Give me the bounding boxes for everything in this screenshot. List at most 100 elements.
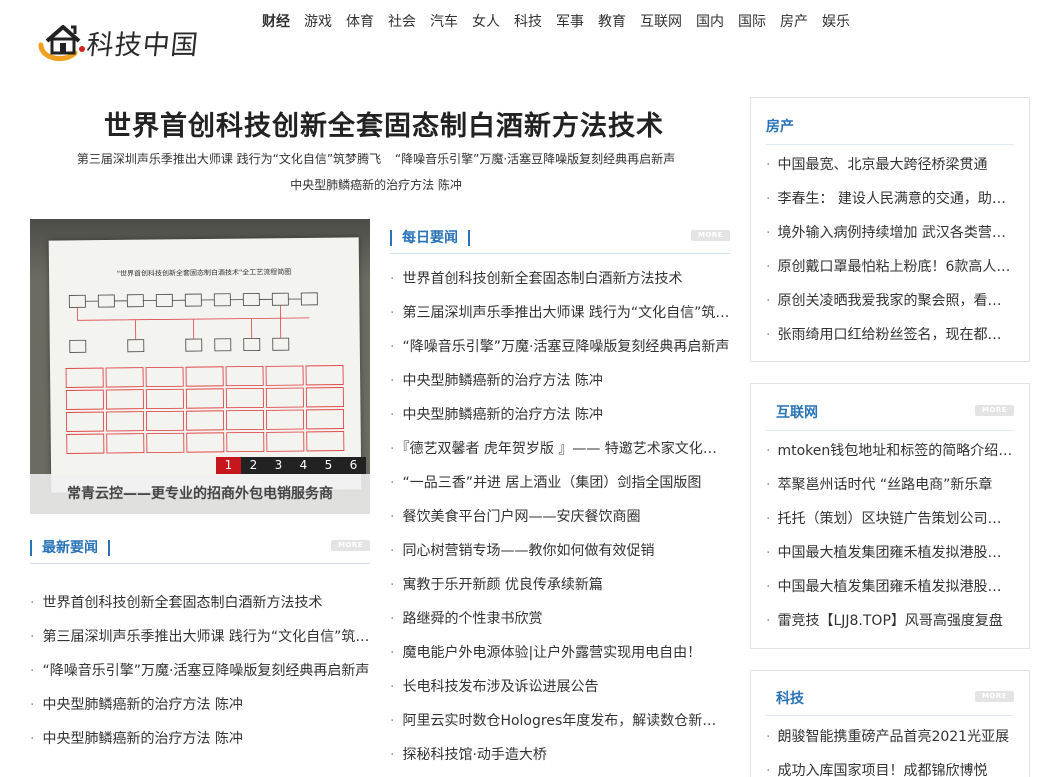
slide-page-3[interactable]: 3 bbox=[266, 457, 291, 474]
nav-item[interactable]: 女人 bbox=[472, 10, 500, 34]
slide-page-1[interactable]: 1 bbox=[216, 457, 241, 474]
list-item[interactable]: · 第三届深圳声乐季推出大师课 践行为“文化自信”筑梦腾飞 bbox=[390, 296, 730, 330]
list-item[interactable]: · 中央型肺鳞癌新的治疗方法 陈冲 bbox=[390, 398, 730, 432]
table-cell bbox=[265, 387, 304, 408]
list-item[interactable]: · 同心树营销专场——教你如何做有效促销 bbox=[390, 534, 730, 568]
list-item[interactable]: · 寓教于乐开新颜 优良传承续新篇 bbox=[390, 568, 730, 602]
list-item[interactable]: · 长电科技发布涉及诉讼进展公告 bbox=[390, 670, 730, 704]
slide-page-6[interactable]: 6 bbox=[341, 457, 366, 474]
nav-item[interactable]: 房产 bbox=[780, 10, 808, 34]
nav-item[interactable]: 国际 bbox=[738, 10, 766, 34]
list-item[interactable]: · 阿里云实时数仓Hologres年度发布，解读数仓新趋势 bbox=[390, 704, 730, 738]
latest-more-button[interactable]: MORE bbox=[331, 540, 370, 551]
slide-page-4[interactable]: 4 bbox=[291, 457, 316, 474]
list-item-text: 托托（策划）区块链广告策划公司简介 bbox=[777, 511, 1014, 527]
nav-item[interactable]: 娱乐 bbox=[822, 10, 850, 34]
keji-title[interactable]: 科技 bbox=[776, 688, 804, 708]
table-cell bbox=[65, 389, 104, 410]
list-item-text: 李春生： 建设人民满意的交通，助力经济发展 bbox=[777, 191, 1014, 207]
list-item[interactable]: · 餐饮美食平台门户网——安庆餐饮商圈 bbox=[390, 500, 730, 534]
table-cell bbox=[225, 365, 264, 387]
hulianwang-title[interactable]: 互联网 bbox=[776, 402, 818, 422]
list-item[interactable]: · 张雨绮用口红给粉丝签名，现在都这么玩 bbox=[766, 318, 1014, 352]
flow-box bbox=[214, 338, 232, 352]
table-cell bbox=[266, 409, 305, 430]
daily-more-button[interactable]: MORE bbox=[691, 230, 730, 241]
table-cell bbox=[66, 433, 105, 454]
list-item[interactable]: · 托托（策划）区块链广告策划公司简介 bbox=[766, 502, 1014, 536]
list-item[interactable]: · 路继舜的个性隶书欣赏 bbox=[390, 602, 730, 636]
slide-page-5[interactable]: 5 bbox=[316, 457, 341, 474]
table-cell bbox=[106, 411, 145, 432]
list-item[interactable]: · 境外输入病例持续增加 武汉各类营业场所 bbox=[766, 216, 1014, 250]
nav-item[interactable]: 财经 bbox=[262, 10, 290, 34]
list-item[interactable]: · 雷竞技【LJJ8.TOP】风哥高强度复盘 bbox=[766, 604, 1014, 638]
nav-item[interactable]: 科技 bbox=[514, 10, 542, 34]
bullet-icon: · bbox=[390, 747, 395, 763]
list-item[interactable]: · 李春生： 建设人民满意的交通，助力经济发展 bbox=[766, 182, 1014, 216]
list-item[interactable]: · 中国最宽、北京最大跨径桥梁贯通 bbox=[766, 148, 1014, 182]
table-cell bbox=[265, 365, 304, 386]
list-item[interactable]: · 中国最大植发集团雍禾植发拟港股上市 bbox=[766, 570, 1014, 604]
nav-item[interactable]: 汽车 bbox=[430, 10, 458, 34]
nav-item[interactable]: 体育 bbox=[346, 10, 374, 34]
list-item[interactable]: · 中国最大植发集团雍禾植发拟港股上市 bbox=[766, 536, 1014, 570]
nav-item[interactable]: 国内 bbox=[696, 10, 724, 34]
bullet-icon: · bbox=[390, 577, 395, 593]
sub-link-1[interactable]: 第三届深圳声乐季推出大师课 践行为“文化自信”筑梦腾飞 bbox=[77, 152, 381, 166]
nav-item[interactable]: 互联网 bbox=[640, 10, 682, 34]
keji-more-button[interactable]: MORE bbox=[975, 691, 1014, 702]
slide-page-2[interactable]: 2 bbox=[241, 457, 266, 474]
table-cell bbox=[226, 409, 265, 431]
featured-slideshow[interactable]: "世界首创科技创新全套固态制白酒技术"全工艺流程简图 常青云控——更专业的招商外… bbox=[30, 219, 370, 514]
divider bbox=[30, 563, 370, 564]
list-item[interactable]: · 『德艺双馨者 虎年贺岁版 』—— 特邀艺术家文化交流 bbox=[390, 432, 730, 466]
list-item[interactable]: · mtoken钱包地址和标签的简略介绍 mtoken bbox=[766, 434, 1014, 468]
list-item[interactable]: · 魔电能户外电源体验|让户外露营实现用电自由！ bbox=[390, 636, 730, 670]
headline-title[interactable]: 世界首创科技创新全套固态制白酒新方法技术 bbox=[30, 104, 738, 143]
list-item[interactable]: · 世界首创科技创新全套固态制白酒新方法技术 bbox=[390, 262, 730, 296]
flow-box bbox=[127, 339, 145, 353]
table-cell bbox=[225, 387, 264, 409]
flow-box bbox=[242, 293, 260, 306]
list-item[interactable]: · 原创关凌晒我爱我家的聚会照，看到这些 bbox=[766, 284, 1014, 318]
list-item[interactable]: · 中央型肺鳞癌新的治疗方法 陈冲 bbox=[30, 722, 370, 756]
bullet-icon: · bbox=[766, 327, 771, 343]
list-item[interactable]: · 中央型肺鳞癌新的治疗方法 陈冲 bbox=[390, 364, 730, 398]
sub-link-3[interactable]: 中央型肺鳞癌新的治疗方法 陈冲 bbox=[30, 176, 722, 193]
list-item-text: 中央型肺鳞癌新的治疗方法 陈冲 bbox=[42, 731, 243, 747]
nav-item[interactable]: 军事 bbox=[556, 10, 584, 34]
list-item-text: 中国最宽、北京最大跨径桥梁贯通 bbox=[777, 157, 988, 173]
list-item[interactable]: · 萃聚邕州话时代 “丝路电商”新乐章 bbox=[766, 468, 1014, 502]
nav-item[interactable]: 教育 bbox=[598, 10, 626, 34]
bullet-icon: · bbox=[390, 543, 395, 559]
sub-link-2[interactable]: “降噪音乐引擎”万魔·活塞豆降噪版复刻经典再启新声 bbox=[395, 152, 675, 166]
site-logo[interactable]: 科技中国 bbox=[35, 18, 230, 66]
list-item[interactable]: · 成功入库国家项目！成都锦欣博悦 bbox=[766, 754, 1014, 777]
bullet-icon: · bbox=[766, 579, 771, 595]
list-item[interactable]: · 第三届深圳声乐季推出大师课 践行为“文化自信”筑梦腾飞 bbox=[30, 620, 370, 654]
list-item-text: 世界首创科技创新全套固态制白酒新方法技术 bbox=[42, 595, 323, 611]
list-item-text: 第三届深圳声乐季推出大师课 践行为“文化自信”筑梦腾飞 bbox=[402, 305, 730, 321]
latest-news-title: 最新要闻 bbox=[42, 540, 98, 556]
nav-item[interactable]: 游戏 bbox=[304, 10, 332, 34]
bullet-icon: · bbox=[390, 407, 395, 423]
slide-caption[interactable]: 常青云控——更专业的招商外包电销服务商 bbox=[30, 474, 370, 514]
list-item-text: mtoken钱包地址和标签的简略介绍 mtoken bbox=[777, 443, 1014, 459]
list-item[interactable]: · “一品三香”并进 居上酒业（集团）剑指全国版图 bbox=[390, 466, 730, 500]
table-cell bbox=[106, 433, 145, 454]
fangchan-title[interactable]: 房产 bbox=[766, 116, 794, 136]
list-item[interactable]: · 原创戴口罩最怕粘上粉底！6款高人气粉底 bbox=[766, 250, 1014, 284]
bullet-icon: · bbox=[766, 259, 771, 275]
hulianwang-more-button[interactable]: MORE bbox=[975, 405, 1014, 416]
nav-item[interactable]: 社会 bbox=[388, 10, 416, 34]
list-item[interactable]: · 中央型肺鳞癌新的治疗方法 陈冲 bbox=[30, 688, 370, 722]
list-item[interactable]: · 探秘科技馆·动手造大桥 bbox=[390, 738, 730, 772]
list-item[interactable]: · “降噪音乐引擎”万魔·活塞豆降噪版复刻经典再启新声 bbox=[390, 330, 730, 364]
table-cell bbox=[306, 431, 345, 452]
list-item[interactable]: · 世界首创科技创新全套固态制白酒新方法技术 bbox=[30, 586, 370, 620]
list-item[interactable]: · 朗骏智能携重磅产品首亮2021光亚展 bbox=[766, 720, 1014, 754]
table-cell bbox=[65, 367, 104, 388]
list-item[interactable]: · “降噪音乐引擎”万魔·活塞豆降噪版复刻经典再启新声 bbox=[30, 654, 370, 688]
list-item-text: 原创戴口罩最怕粘上粉底！6款高人气粉底 bbox=[777, 259, 1014, 275]
